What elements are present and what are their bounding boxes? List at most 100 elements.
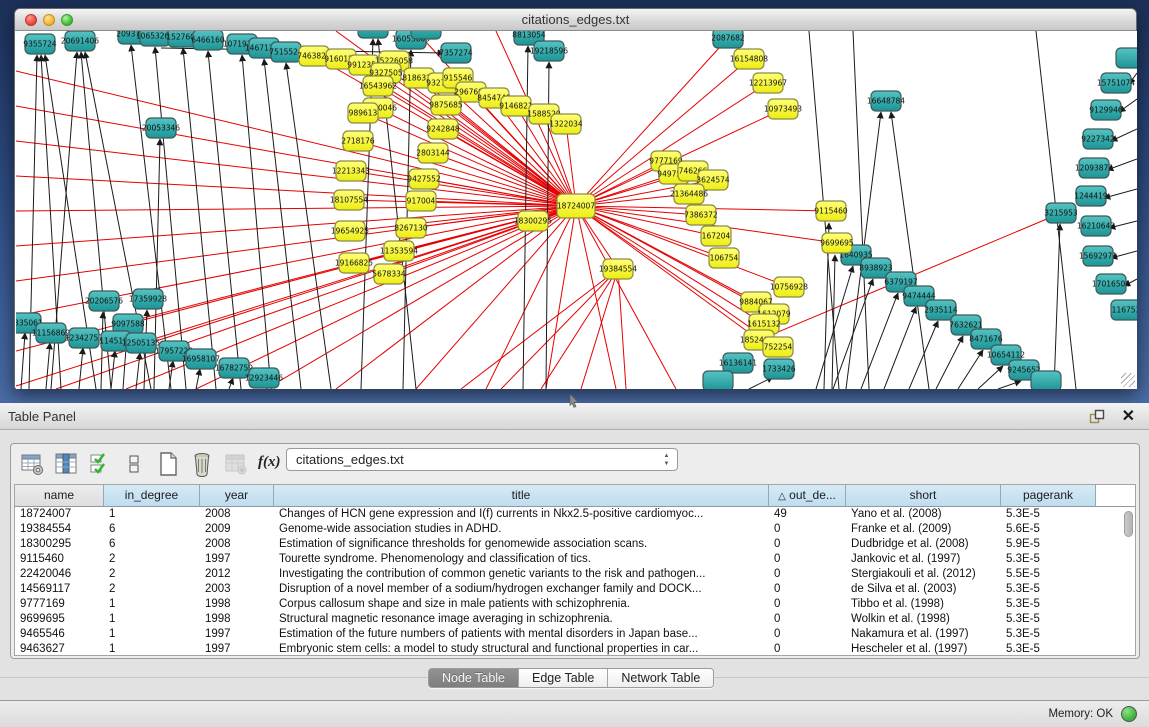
function-builder-icon[interactable]: f(x): [258, 454, 281, 471]
graph-node[interactable]: 116753: [1111, 300, 1137, 320]
table-cell[interactable]: Nakamura et al. (1997): [846, 627, 1001, 642]
graph-node[interactable]: 7386372: [684, 205, 718, 225]
table-cell[interactable]: 6: [104, 537, 200, 552]
memory-status-indicator[interactable]: [1121, 706, 1137, 722]
graph-node[interactable]: 5678334: [372, 264, 406, 284]
graph-edge[interactable]: [16, 141, 576, 206]
graph-node[interactable]: 15692971: [1079, 246, 1117, 266]
graph-node[interactable]: 18300295: [514, 211, 552, 231]
new-document-icon[interactable]: [155, 451, 181, 477]
table-cell[interactable]: 1: [104, 642, 200, 656]
graph-node[interactable]: 12093872: [1075, 158, 1113, 178]
graph-node[interactable]: 17359928: [129, 289, 167, 309]
graph-node[interactable]: 12342757: [65, 328, 103, 348]
graph-edge[interactable]: [884, 307, 916, 389]
network-view-window[interactable]: citations_edges.txt 93557242069140620937…: [14, 8, 1137, 389]
resize-grip[interactable]: [1121, 373, 1135, 387]
graph-node[interactable]: 1733426: [762, 359, 796, 379]
table-cell[interactable]: Embryonic stem cells: a model to study s…: [274, 642, 769, 656]
graph-edge[interactable]: [1111, 129, 1137, 141]
table-row[interactable]: 969969511998Structural magnetic resonanc…: [15, 612, 1135, 627]
graph-node[interactable]: 19654925: [331, 221, 369, 241]
graph-node[interactable]: 11353594: [380, 241, 418, 261]
table-cell[interactable]: Disruption of a novel member of a sodium…: [274, 582, 769, 597]
graph-node[interactable]: 9242848: [426, 119, 460, 139]
table-cell[interactable]: Corpus callosum shape and size in male p…: [274, 597, 769, 612]
table-cell[interactable]: 5.9E-5: [1001, 537, 1096, 552]
table-cell[interactable]: Tourette syndrome. Phenomenology and cla…: [274, 552, 769, 567]
graph-edge[interactable]: [196, 369, 200, 389]
table-cell[interactable]: 2009: [200, 522, 274, 537]
graph-node[interactable]: 9699695: [820, 233, 854, 253]
table-row[interactable]: 977716911998Corpus callosum shape and si…: [15, 597, 1135, 612]
graph-node[interactable]: 17016504: [1092, 274, 1130, 294]
table-cell[interactable]: 5.3E-5: [1001, 627, 1096, 642]
column-header-title[interactable]: title: [274, 485, 769, 507]
graph-edge[interactable]: [111, 351, 115, 389]
column-header-in-degree[interactable]: in_degree: [104, 485, 200, 507]
graph-node[interactable]: 10756928: [770, 277, 808, 297]
table-row[interactable]: 1830029562008Estimation of significance …: [15, 537, 1135, 552]
column-header-pagerank[interactable]: pagerank: [1001, 485, 1096, 507]
table-cell[interactable]: 22420046: [15, 567, 104, 582]
graph-node[interactable]: 10973493: [764, 99, 802, 119]
table-cell[interactable]: Yano et al. (2008): [846, 507, 1001, 522]
graph-node[interactable]: 21364486: [670, 184, 708, 204]
graph-node[interactable]: [358, 31, 388, 38]
graph-node[interactable]: [1031, 371, 1061, 389]
table-cell[interactable]: 2: [104, 552, 200, 567]
table-cell[interactable]: 18724007: [15, 507, 104, 522]
graph-node[interactable]: 1244419: [1074, 186, 1108, 206]
table-cell[interactable]: 5.3E-5: [1001, 582, 1096, 597]
table-cell[interactable]: 1998: [200, 597, 274, 612]
table-cell[interactable]: Genome-wide association studies in ADHD.: [274, 522, 769, 537]
graph-node[interactable]: 15751074: [1097, 73, 1135, 93]
graph-edge[interactable]: [576, 206, 616, 389]
column-header-year[interactable]: year: [200, 485, 274, 507]
table-cell[interactable]: Structural magnetic resonance image aver…: [274, 612, 769, 627]
graph-node[interactable]: [1116, 48, 1137, 68]
graph-edge[interactable]: [978, 366, 1003, 389]
graph-edge[interactable]: [1104, 189, 1137, 198]
table-cell[interactable]: 5.3E-5: [1001, 642, 1096, 656]
graph-node[interactable]: 16210643: [1077, 216, 1115, 236]
graph-node[interactable]: 19166825: [335, 253, 373, 273]
tab-edge-table[interactable]: Edge Table: [519, 669, 608, 687]
graph-edge[interactable]: [208, 51, 241, 389]
graph-node[interactable]: 12213967: [749, 73, 787, 93]
table-cell[interactable]: 5.5E-5: [1001, 567, 1096, 582]
graph-edge[interactable]: [183, 48, 216, 389]
graph-edge[interactable]: [958, 350, 983, 389]
graph-node[interactable]: 917004: [406, 191, 436, 211]
graph-edge[interactable]: [16, 206, 576, 211]
graph-edge[interactable]: [936, 336, 963, 389]
table-row[interactable]: 1872400712008Changes of HCN gene express…: [15, 507, 1135, 522]
graph-node[interactable]: 6466160: [191, 31, 225, 50]
graph-node[interactable]: 9875685: [429, 95, 463, 115]
graph-edge[interactable]: [196, 206, 576, 389]
table-cell[interactable]: 9465546: [15, 627, 104, 642]
graph-node[interactable]: 7357274: [439, 43, 473, 63]
graph-node[interactable]: 8267130: [394, 218, 428, 238]
tab-network-table[interactable]: Network Table: [608, 669, 713, 687]
table-cell[interactable]: 9115460: [15, 552, 104, 567]
graph-node[interactable]: 9115460: [814, 201, 848, 221]
table-cell[interactable]: Wolkin et al. (1998): [846, 612, 1001, 627]
trash-icon[interactable]: [189, 451, 215, 477]
tab-node-table[interactable]: Node Table: [429, 669, 519, 687]
table-cell[interactable]: 14569117: [15, 582, 104, 597]
graph-node[interactable]: 3215953: [1044, 203, 1078, 223]
table-cell[interactable]: 0: [769, 567, 846, 582]
table-row[interactable]: 946362711997Embryonic stem cells: a mode…: [15, 642, 1135, 656]
graph-node[interactable]: 19218596: [530, 41, 568, 61]
table-cell[interactable]: Estimation of significance thresholds fo…: [274, 537, 769, 552]
graph-node[interactable]: 20053346: [142, 118, 180, 138]
graph-node[interactable]: 9129946: [1089, 100, 1123, 120]
table-cell[interactable]: 1997: [200, 627, 274, 642]
graph-node[interactable]: 18107554: [330, 190, 368, 210]
table-cell[interactable]: Stergiakouli et al. (2012): [846, 567, 1001, 582]
table-cell[interactable]: 1998: [200, 612, 274, 627]
delete-table-disabled-icon[interactable]: [223, 451, 249, 477]
graph-edge[interactable]: [501, 269, 618, 389]
graph-node[interactable]: 9355724: [23, 34, 57, 54]
